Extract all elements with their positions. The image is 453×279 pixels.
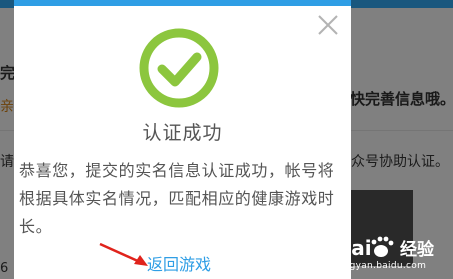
check-circle-icon: [137, 26, 221, 110]
watermark-url: jingyan.baidu.com: [338, 261, 427, 271]
return-to-game-link[interactable]: 返回游戏: [147, 251, 211, 275]
svg-text:Bai: Bai: [336, 236, 372, 260]
dialog-title: 认证成功: [142, 122, 223, 144]
dialog-topbar: [14, 0, 351, 6]
close-icon: [318, 15, 338, 35]
baidu-jingyan-watermark: Bai 经验 jingyan.baidu.com: [326, 225, 453, 279]
baidu-logo-icon: Bai: [336, 231, 398, 265]
dialog-message: 恭喜您，提交的实名信息认证成功，帐号将根据具体实名情况，匹配相应的健康游戏时长。: [19, 161, 335, 236]
watermark-word: 经验: [400, 240, 434, 260]
red-arrow-annotation: [96, 240, 152, 270]
verification-success-dialog: 认证成功 恭喜您，提交的实名信息认证成功，帐号将根据具体实名情况，匹配相应的健康…: [14, 0, 351, 279]
close-button[interactable]: [315, 12, 341, 38]
